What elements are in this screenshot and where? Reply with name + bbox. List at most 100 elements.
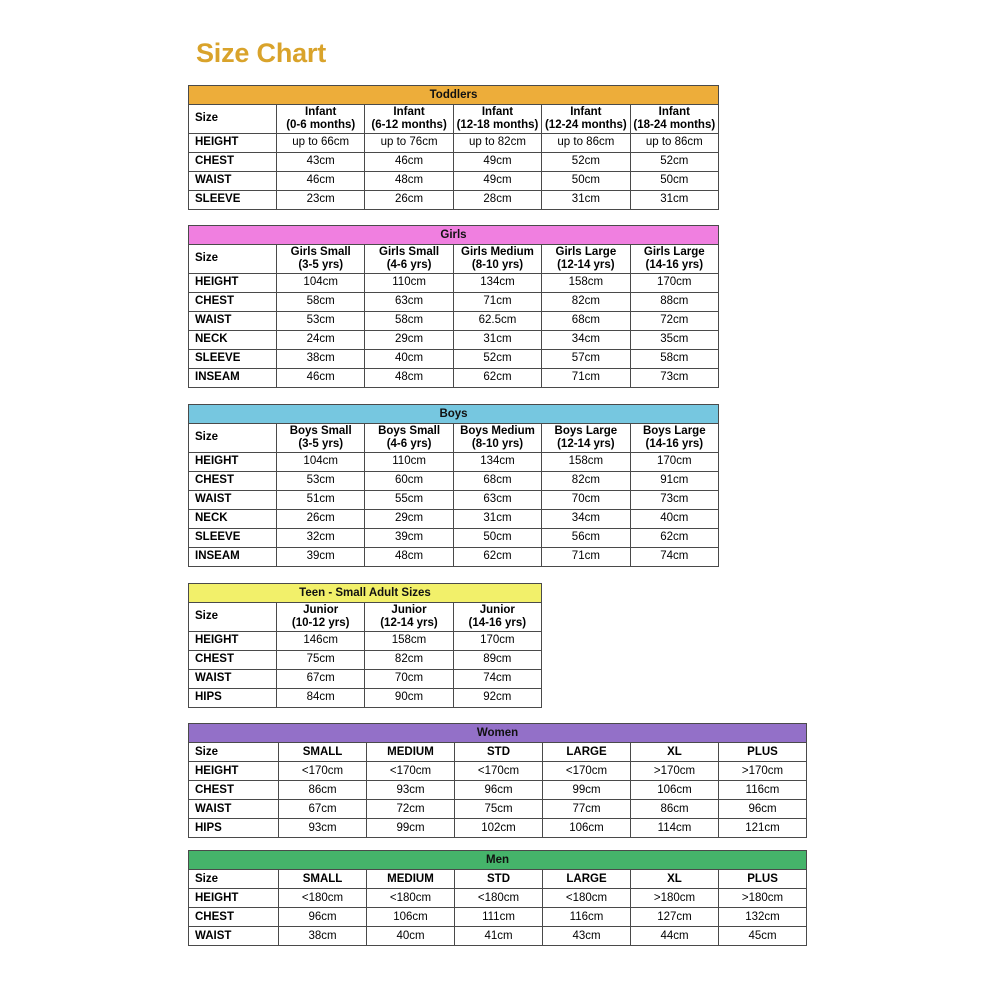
table-cell: 106cm: [542, 818, 631, 838]
column-header: Boys Large (14-16 yrs): [629, 423, 720, 453]
column-header: MEDIUM: [366, 742, 455, 762]
row-label-height: HEIGHT: [188, 272, 277, 293]
table-cell: 58cm: [629, 348, 719, 369]
table-row: CHEST 58cm 63cm 71cm 82cm 88cm: [188, 291, 719, 312]
table-cell: <170cm: [542, 761, 631, 781]
table-cell: 86cm: [278, 780, 367, 800]
table-cell: 62cm: [452, 367, 543, 388]
column-header: MEDIUM: [366, 869, 455, 889]
column-header: STD: [454, 869, 543, 889]
column-header-name: Girls Large: [555, 246, 617, 258]
table-row: CHEST 86cm 93cm 96cm 99cm 106cm 116cm: [188, 780, 807, 800]
column-header-name: Girls Small: [379, 246, 440, 258]
column-header-age-range: (8-10 yrs): [471, 258, 524, 271]
table-cell: <180cm: [366, 888, 455, 908]
table-row: WAIST 38cm 40cm 41cm 43cm 44cm 45cm: [188, 926, 808, 946]
column-header: Junior (12-14 yrs): [364, 602, 454, 632]
column-header-age-range: (8-10 yrs): [471, 437, 524, 450]
table-cell: 72cm: [629, 310, 719, 331]
table-row: HEIGHT 146cm 158cm 170cm: [188, 630, 543, 651]
table-row: WAIST 67cm 70cm 74cm: [188, 668, 543, 689]
table-cell: 70cm: [541, 489, 631, 510]
column-header: SMALL: [278, 742, 367, 762]
column-header-name: LARGE: [566, 745, 607, 758]
table-cell: 32cm: [275, 527, 366, 548]
table-header-row: Size Boys Small (3-5 yrs) Boys Small (4-6 yr…: [188, 423, 720, 453]
table-cell: <180cm: [278, 888, 367, 908]
table-cell: 68cm: [541, 310, 631, 331]
table-cell: 52cm: [629, 151, 720, 172]
table-cell: 82cm: [364, 649, 454, 670]
table-header-row: Size Junior (10-12 yrs) Junior (12-14 yrs) Ju…: [188, 602, 543, 632]
column-header-name: Junior: [391, 604, 427, 616]
table-banner-row: Boys: [187, 404, 720, 424]
size-table-block: Women Size SMALL MEDIUM STD LARGE XL PLUS HEIGHT…: [188, 723, 807, 838]
table-cell: 35cm: [629, 329, 719, 350]
table-cell: 43cm: [275, 151, 366, 172]
column-header-age-range: (12-14 yrs): [557, 258, 615, 271]
table-cell: 48cm: [364, 546, 454, 567]
size-table: Women Size SMALL MEDIUM STD LARGE XL PLUS HEIGHT…: [188, 723, 807, 838]
table-cell: 114cm: [630, 818, 719, 838]
column-header-name: Girls Medium: [461, 246, 534, 258]
row-label-sleeve: SLEEVE: [188, 189, 277, 210]
table-cell: 62.5cm: [452, 310, 543, 331]
table-row: WAIST 46cm 48cm 49cm 50cm 50cm: [188, 170, 720, 191]
table-cell: 31cm: [629, 189, 720, 210]
column-header-name: Infant: [570, 106, 602, 118]
row-label-height: HEIGHT: [188, 451, 277, 472]
table-cell: up to 86cm: [541, 132, 631, 153]
table-cell: up to 66cm: [275, 132, 366, 153]
table-row: SLEEVE 23cm 26cm 28cm 31cm 31cm: [188, 189, 720, 210]
table-cell: 134cm: [452, 272, 543, 293]
table-cell: 92cm: [452, 687, 543, 708]
table-cell: 75cm: [454, 799, 543, 819]
column-header-age-range: (4-6 yrs): [386, 258, 432, 271]
table-cell: 134cm: [452, 451, 543, 472]
size-table: Boys Size Boys Small (3-5 yrs) Boys Small (4-…: [187, 404, 720, 567]
table-cell: 46cm: [275, 367, 366, 388]
row-label-chest: CHEST: [188, 780, 279, 800]
table-banner-row: Toddlers: [187, 85, 720, 105]
column-header: PLUS: [717, 869, 808, 889]
table-cell: 38cm: [275, 348, 366, 369]
row-label-waist: WAIST: [188, 170, 277, 191]
column-header-name: STD: [487, 872, 510, 885]
table-row: WAIST 51cm 55cm 63cm 70cm 73cm: [188, 489, 720, 510]
table-row: INSEAM 39cm 48cm 62cm 71cm 74cm: [188, 546, 720, 567]
table-cell: 116cm: [542, 907, 631, 927]
column-header: Junior (14-16 yrs): [452, 602, 543, 632]
table-cell: 127cm: [630, 907, 719, 927]
column-header: PLUS: [718, 742, 807, 762]
column-header-age-range: (0-6 months): [286, 118, 356, 131]
size-table: Men Size SMALL MEDIUM STD LARGE XL PLUS HEIGHT <1…: [187, 850, 808, 946]
table-cell: 26cm: [364, 189, 454, 210]
table-cell: >180cm: [630, 888, 719, 908]
table-cell: 40cm: [364, 348, 454, 369]
table-cell: 62cm: [629, 527, 720, 548]
table-cell: 88cm: [629, 291, 719, 312]
column-header: Boys Small (3-5 yrs): [275, 423, 366, 453]
table-cell: 38cm: [278, 926, 367, 946]
table-cell: 50cm: [629, 170, 720, 191]
row-label-chest: CHEST: [188, 470, 277, 491]
table-cell: 70cm: [364, 668, 454, 689]
table-cell: <170cm: [278, 761, 367, 781]
column-header-age-range: (3-5 yrs): [298, 437, 344, 450]
table-cell: 104cm: [275, 451, 366, 472]
row-label-waist: WAIST: [188, 926, 279, 946]
column-header: Infant (12-18 months): [452, 104, 543, 134]
column-header-name: Infant: [481, 106, 514, 118]
table-cell: 55cm: [364, 489, 454, 510]
table-cell: 50cm: [452, 527, 543, 548]
table-cell: 51cm: [275, 489, 366, 510]
table-cell: up to 76cm: [364, 132, 454, 153]
row-label-hips: HIPS: [188, 687, 277, 708]
column-header: Boys Small (4-6 yrs): [364, 423, 454, 453]
column-header-size: Size: [188, 869, 279, 889]
table-cell: 34cm: [541, 508, 631, 529]
table-row: CHEST 43cm 46cm 49cm 52cm 52cm: [188, 151, 720, 172]
table-cell: 170cm: [629, 451, 720, 472]
table-cell: 29cm: [364, 508, 454, 529]
table-header-row: Size SMALL MEDIUM STD LARGE XL PLUS: [188, 742, 807, 762]
